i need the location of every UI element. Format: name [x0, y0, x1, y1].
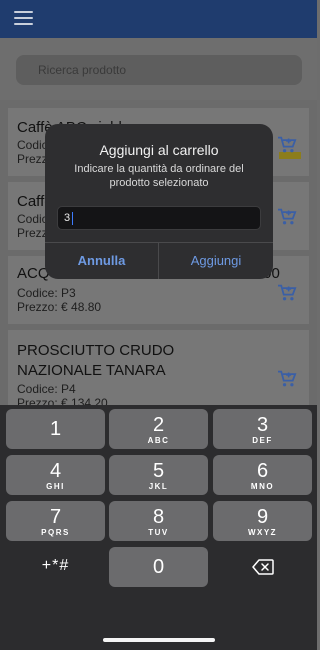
product-name-line1: PROSCIUTTO CRUDO: [17, 342, 175, 359]
app-header: [0, 0, 317, 38]
key-2[interactable]: 2 ABC: [109, 409, 208, 449]
dialog-title: Aggiungi al carrello: [99, 142, 219, 158]
quantity-value: 3: [64, 212, 71, 224]
add-to-cart-icon[interactable]: [277, 284, 297, 302]
key-9[interactable]: 9 WXYZ: [213, 501, 312, 541]
key-4[interactable]: 4 GHI: [6, 455, 105, 495]
search-input[interactable]: Ricerca prodotto: [16, 55, 302, 85]
backspace-icon: [251, 559, 274, 575]
add-to-cart-icon[interactable]: [277, 208, 297, 226]
add-to-cart-icon[interactable]: [277, 136, 297, 154]
key-5[interactable]: 5 JKL: [109, 455, 208, 495]
key-1[interactable]: 1: [6, 409, 105, 449]
product-code: Codice: P3: [17, 286, 76, 300]
symbols-key[interactable]: +*#: [6, 547, 105, 587]
product-code: Codice: P4: [17, 382, 76, 396]
search-placeholder: Ricerca prodotto: [38, 63, 127, 77]
product-price: Prezz: [17, 152, 48, 166]
product-code: Codic: [17, 212, 48, 226]
dialog-message: Indicare la quantità da ordinare del pro…: [74, 163, 244, 189]
product-price: Prezz: [17, 226, 48, 240]
add-to-cart-dialog: Aggiungi al carrello Indicare la quantit…: [45, 124, 273, 279]
add-button[interactable]: Aggiungi: [159, 242, 273, 279]
product-price: Prezzo: € 48.80: [17, 300, 102, 314]
list-item[interactable]: PROSCIUTTO CRUDO NAZIONALE TANARA Codice…: [8, 330, 309, 410]
product-code: Codic: [17, 138, 48, 152]
quantity-input[interactable]: 3: [57, 206, 261, 230]
numeric-keypad: 1 2 ABC 3 DEF 4 GHI 5 JKL 6 MNO 7 PQRS 8…: [0, 405, 317, 650]
key-0[interactable]: 0: [109, 547, 208, 587]
cancel-button[interactable]: Annulla: [45, 242, 158, 279]
key-6[interactable]: 6 MNO: [213, 455, 312, 495]
home-indicator[interactable]: [103, 638, 215, 642]
key-3[interactable]: 3 DEF: [213, 409, 312, 449]
menu-icon[interactable]: [14, 11, 33, 26]
delete-key[interactable]: [213, 547, 312, 587]
key-7[interactable]: 7 PQRS: [6, 501, 105, 541]
search-area: Ricerca prodotto: [0, 38, 317, 100]
add-to-cart-icon[interactable]: [277, 370, 297, 388]
text-caret: [72, 212, 73, 225]
product-name-line2: NAZIONALE TANARA: [17, 362, 166, 379]
key-8[interactable]: 8 TUV: [109, 501, 208, 541]
